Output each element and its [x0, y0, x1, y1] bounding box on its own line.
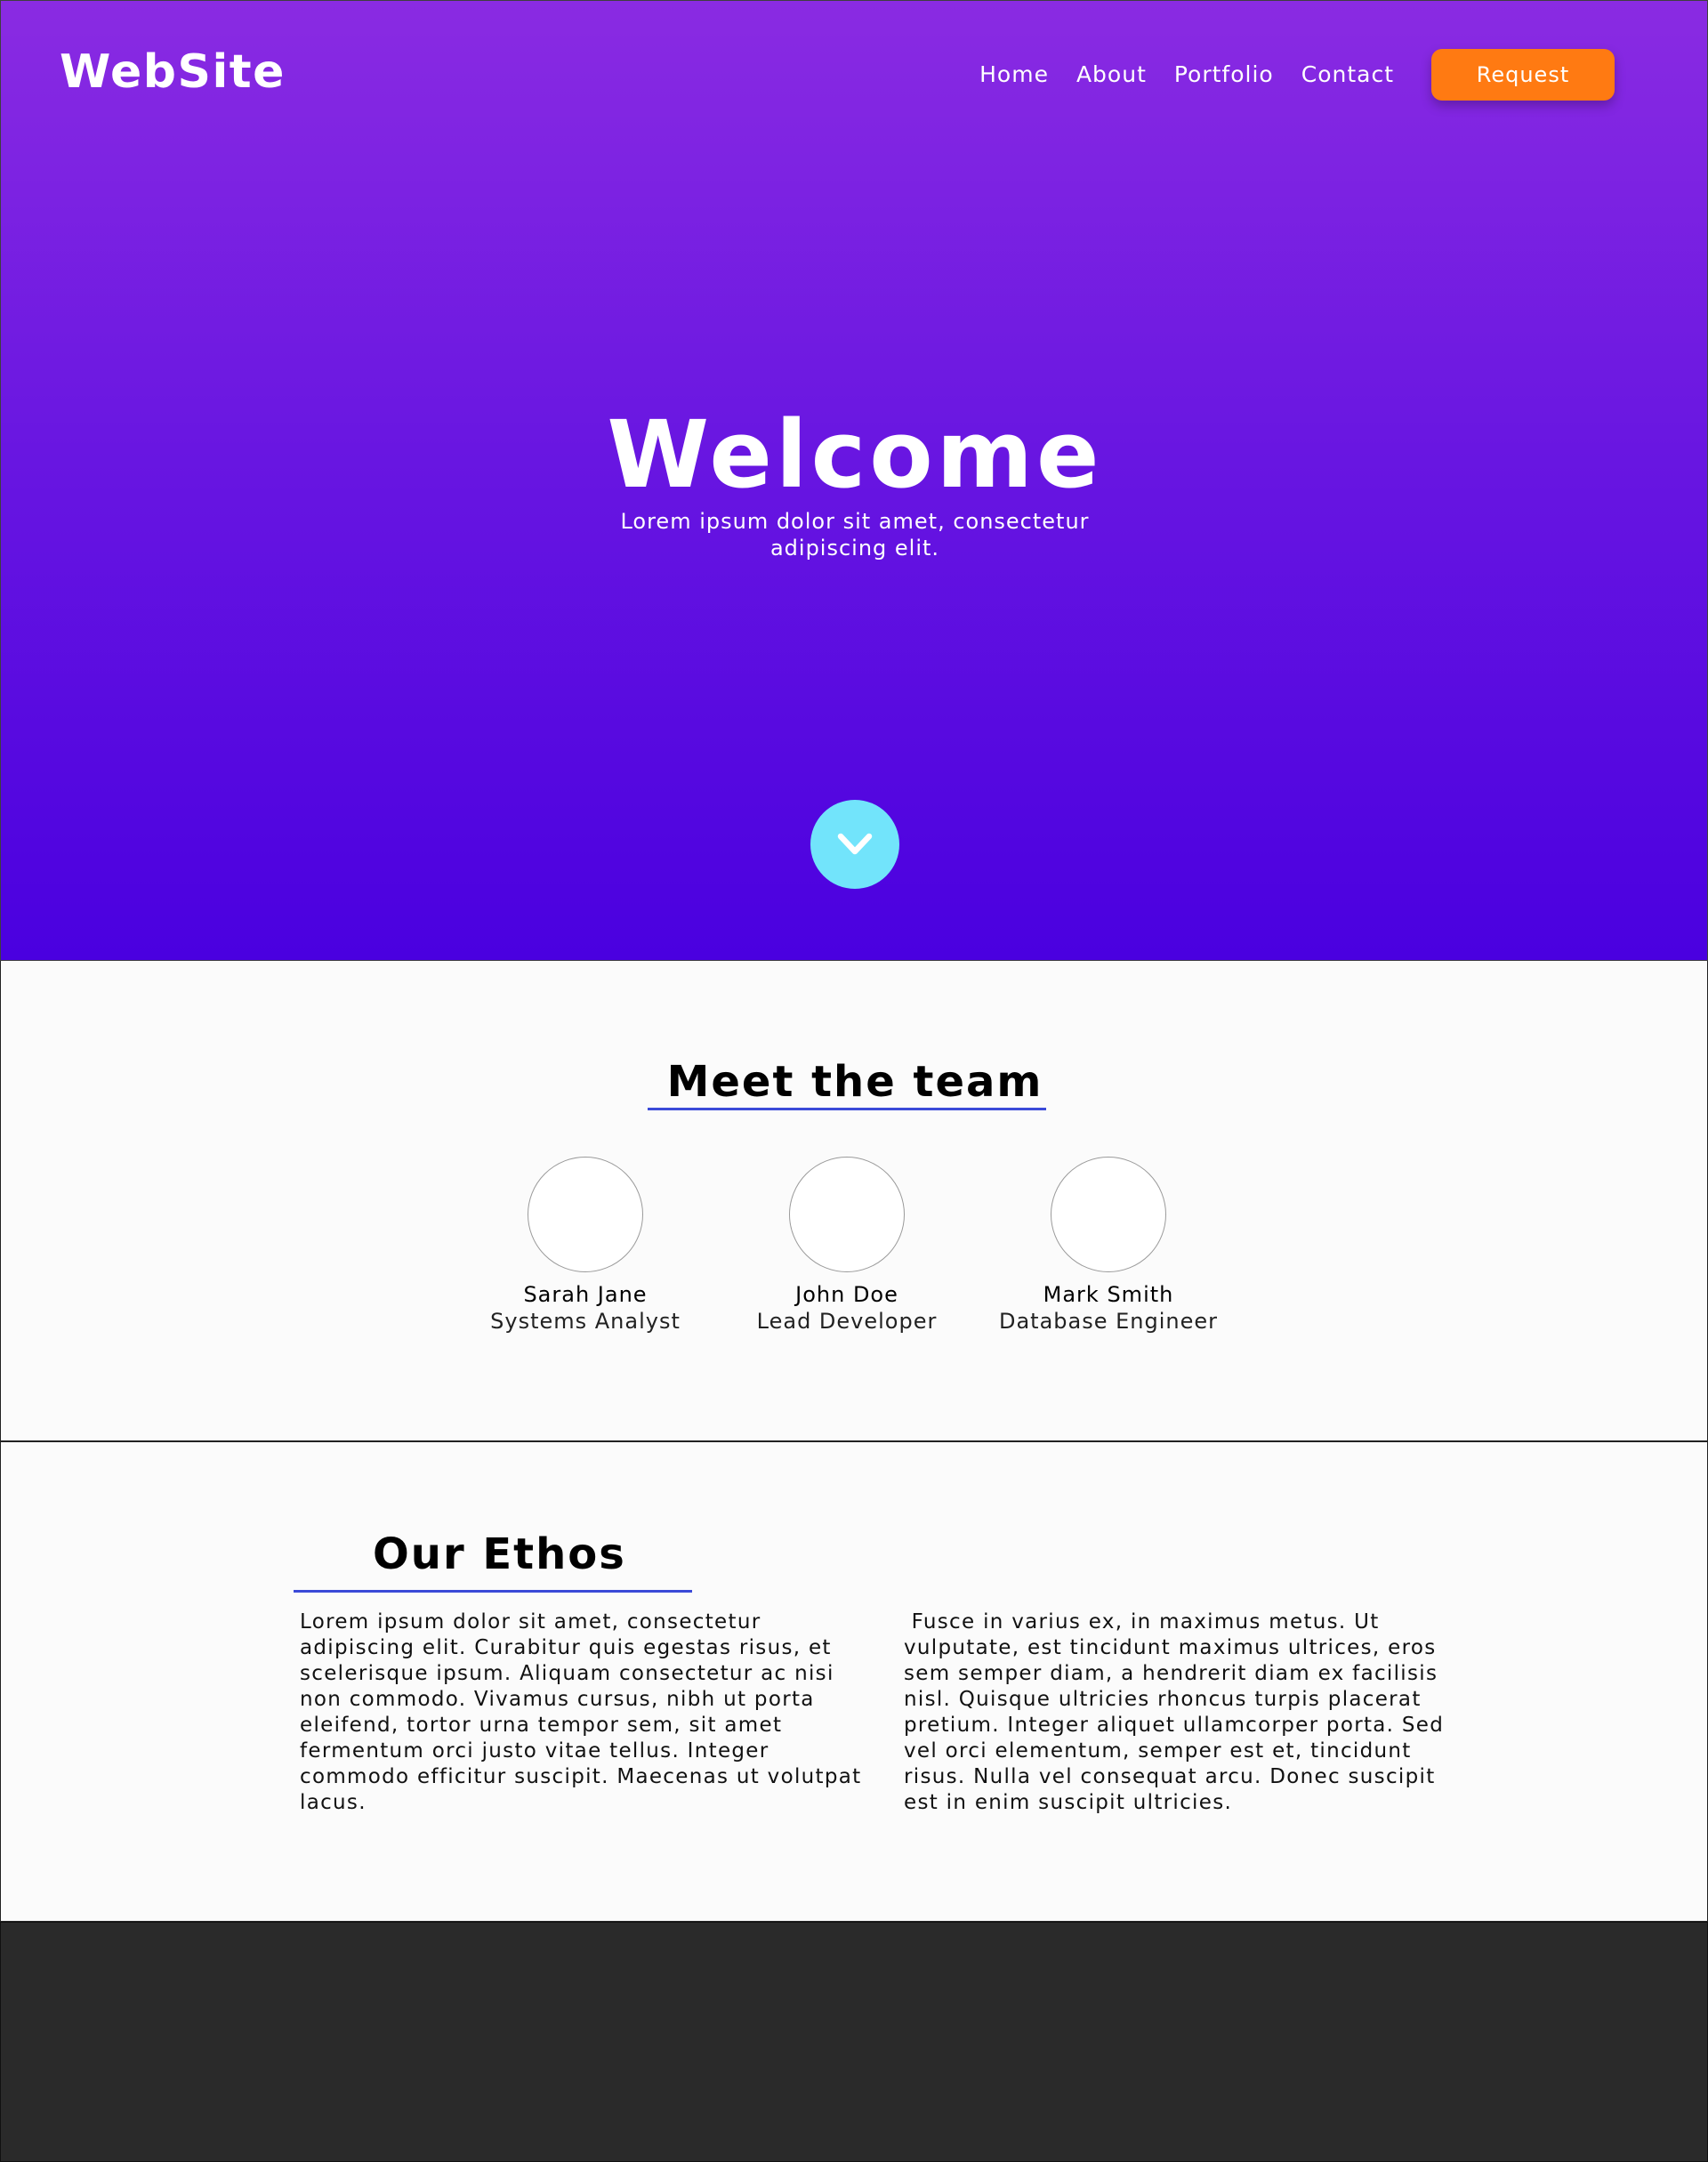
- member-name: John Doe: [795, 1282, 898, 1307]
- avatar: [789, 1157, 905, 1272]
- member-role: Database Engineer: [998, 1309, 1219, 1334]
- ethos-paragraph-right: Fusce in varius ex, in maximus metus. Ut…: [904, 1610, 1452, 1814]
- ethos-title: Our Ethos: [373, 1529, 626, 1579]
- team-member-card: Mark Smith Database Engineer: [975, 1157, 1242, 1335]
- team-title-underline: [648, 1108, 1046, 1110]
- nav-portfolio[interactable]: Portfolio: [1174, 61, 1274, 88]
- avatar: [528, 1157, 643, 1272]
- team-member-card: Sarah Jane Systems Analyst: [452, 1157, 719, 1335]
- team-section: Meet the team Sarah Jane Systems Analyst…: [0, 961, 1708, 1441]
- hero-section: WebSite Home About Portfolio Contact Req…: [0, 0, 1708, 961]
- team-member-card: John Doe Lead Developer: [713, 1157, 980, 1335]
- nav-contact[interactable]: Contact: [1301, 61, 1394, 88]
- hero-subtitle: Lorem ipsum dolor sit amet, consectetur …: [620, 509, 1090, 561]
- ethos-paragraph-left: Lorem ipsum dolor sit amet, consectetur …: [300, 1610, 870, 1814]
- main-nav: Home About Portfolio Contact: [979, 61, 1394, 88]
- nav-about[interactable]: About: [1076, 61, 1147, 88]
- team-title: Meet the team: [666, 1057, 1043, 1107]
- member-name: Sarah Jane: [523, 1282, 648, 1307]
- footer: [0, 1922, 1708, 2162]
- member-role: Lead Developer: [756, 1309, 938, 1334]
- ethos-title-underline: [294, 1590, 692, 1593]
- member-role: Systems Analyst: [490, 1309, 681, 1334]
- ethos-section: Our Ethos Lorem ipsum dolor sit amet, co…: [0, 1441, 1708, 1922]
- member-name: Mark Smith: [1043, 1282, 1174, 1307]
- hero-title: Welcome: [607, 400, 1103, 509]
- avatar: [1051, 1157, 1166, 1272]
- nav-home[interactable]: Home: [979, 61, 1049, 88]
- request-button[interactable]: Request: [1431, 49, 1615, 101]
- scroll-down-button[interactable]: [810, 800, 899, 889]
- logo[interactable]: WebSite: [60, 45, 286, 99]
- chevron-down-icon: [830, 819, 880, 869]
